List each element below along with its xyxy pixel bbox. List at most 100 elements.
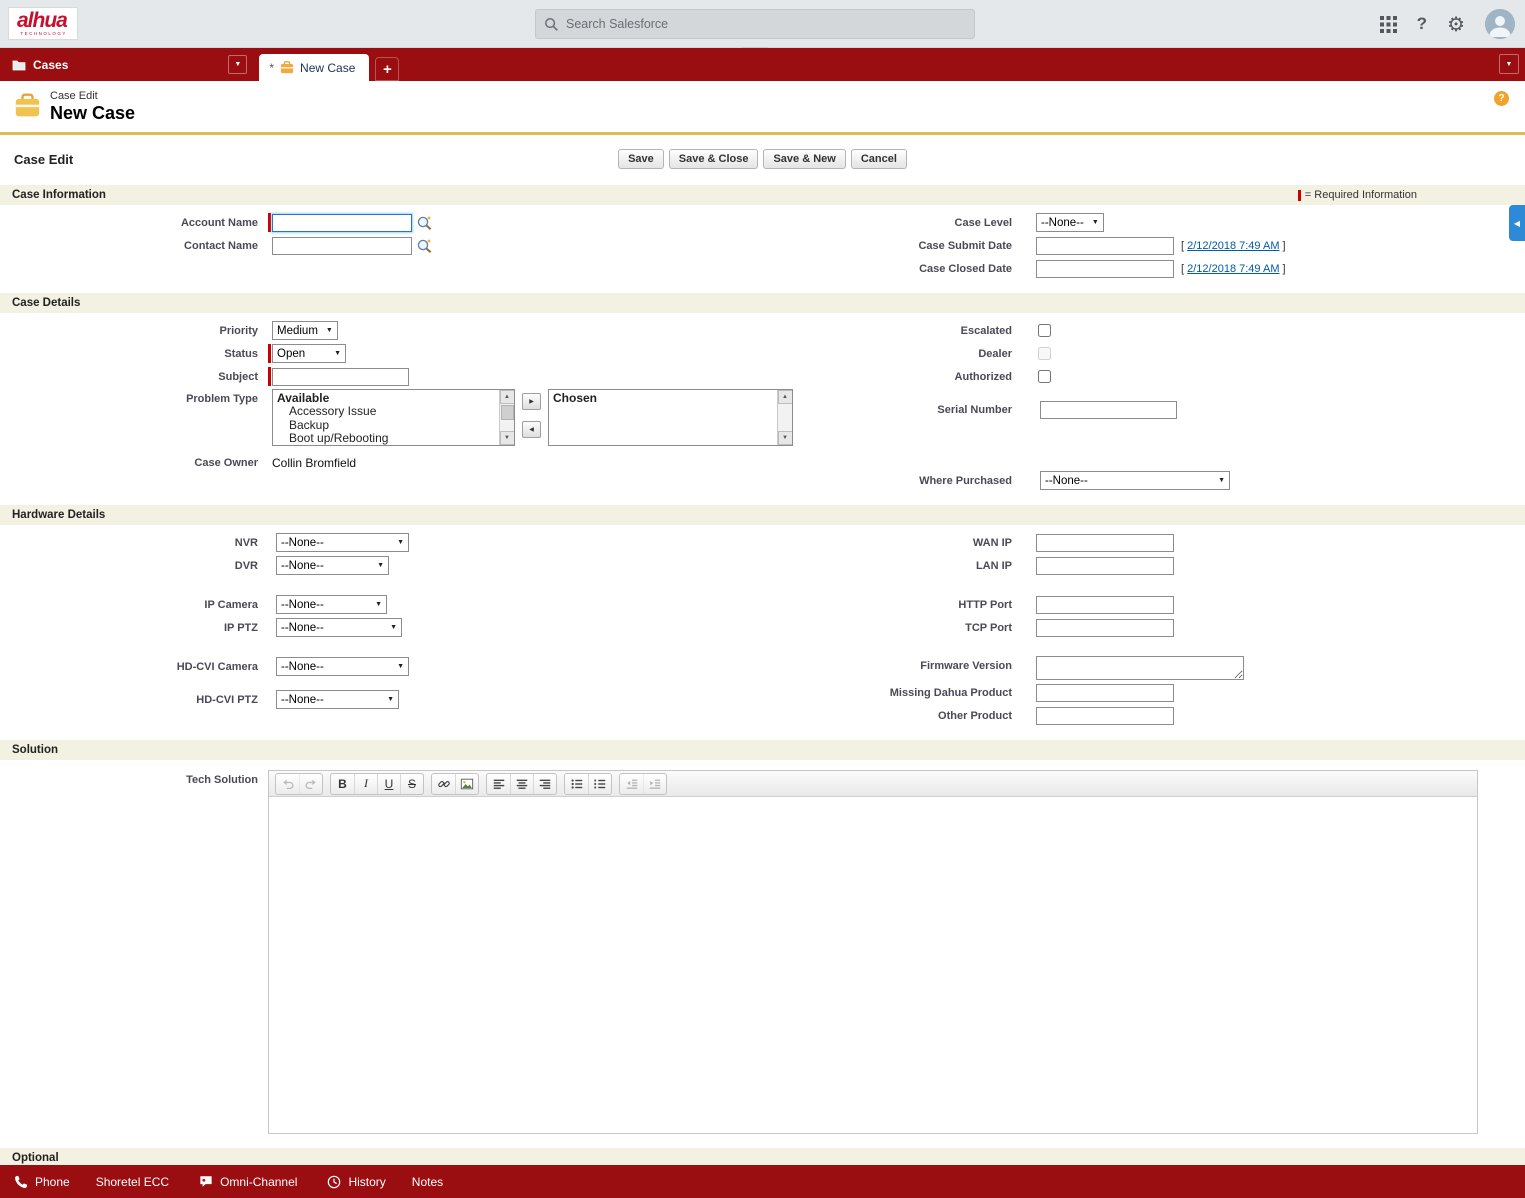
align-left-icon[interactable] [487, 774, 510, 794]
status-select[interactable]: Open ▼ [272, 344, 346, 363]
problem-type-chosen-list[interactable]: Chosen ▲ ▼ [548, 389, 793, 446]
form-row: Case Closed Date [ 2/12/2018 7:49 AM ] [762, 258, 1524, 279]
move-left-button[interactable]: ◀ [522, 421, 541, 438]
case-details-form: Priority Medium ▼ Status Open ▼ [0, 313, 1525, 495]
other-product-input[interactable] [1036, 707, 1174, 725]
missing-dahua-product-input[interactable] [1036, 684, 1174, 702]
scroll-up-icon[interactable]: ▲ [500, 390, 515, 404]
hdcvi-camera-select[interactable]: --None-- ▼ [276, 657, 409, 676]
indent-icon[interactable] [643, 774, 666, 794]
case-icon [280, 61, 294, 74]
subject-input[interactable] [272, 368, 409, 386]
align-right-icon[interactable] [533, 774, 556, 794]
redo-icon[interactable] [299, 774, 322, 794]
form-row: DVR --None-- ▼ [0, 555, 762, 576]
bold-icon[interactable]: B [331, 774, 354, 794]
underline-icon[interactable]: U [377, 774, 400, 794]
dealer-checkbox [1038, 347, 1051, 360]
history-clock-icon [327, 1175, 341, 1189]
subject-label: Subject [0, 371, 268, 383]
save-and-close-button[interactable]: Save & Close [669, 149, 759, 169]
footer-shoretel-ecc[interactable]: Shoretel ECC [96, 1175, 169, 1189]
page-help-icon[interactable]: ? [1494, 91, 1509, 106]
search-input[interactable] [566, 17, 966, 31]
numbered-list-icon[interactable] [588, 774, 611, 794]
sidebar-expand-button[interactable]: ◀ [1509, 205, 1525, 241]
tech-solution-textarea[interactable] [269, 797, 1477, 1133]
italic-icon[interactable]: I [354, 774, 377, 794]
case-submit-date-now-link[interactable]: 2/12/2018 7:49 AM [1187, 240, 1279, 252]
lan-ip-input[interactable] [1036, 557, 1174, 575]
footer-phone[interactable]: Phone [14, 1175, 70, 1189]
settings-gear-icon[interactable]: ⚙ [1447, 12, 1465, 37]
bulleted-list-icon[interactable] [565, 774, 588, 794]
case-closed-date-input[interactable] [1036, 260, 1174, 278]
footer-notes[interactable]: Notes [412, 1175, 443, 1189]
tcp-port-input[interactable] [1036, 619, 1174, 637]
ip-camera-select[interactable]: --None-- ▼ [276, 595, 387, 614]
contact-name-input[interactable] [272, 237, 412, 255]
dvr-select[interactable]: --None-- ▼ [276, 556, 389, 575]
link-icon[interactable] [432, 774, 455, 794]
list-item[interactable]: Accessory Issue [273, 405, 514, 419]
outdent-icon[interactable] [620, 774, 643, 794]
form-row: Dealer [762, 343, 1524, 364]
dvr-label: DVR [0, 560, 268, 572]
case-level-select[interactable]: --None-- ▼ [1036, 213, 1104, 232]
align-center-icon[interactable] [510, 774, 533, 794]
serial-number-input[interactable] [1040, 401, 1177, 419]
escalated-checkbox[interactable] [1038, 324, 1051, 337]
dahua-logo[interactable]: alhua TECHNOLOGY [8, 7, 78, 41]
scrollbar[interactable]: ▲ ▼ [777, 390, 792, 445]
avatar[interactable] [1485, 9, 1515, 39]
cases-tab-menu-button[interactable]: ▼ [228, 55, 247, 74]
scroll-thumb[interactable] [501, 405, 514, 420]
insert-image-icon[interactable] [455, 774, 478, 794]
nvr-select[interactable]: --None-- ▼ [276, 533, 409, 552]
help-icon[interactable]: ? [1417, 14, 1427, 34]
move-right-button[interactable]: ▶ [522, 393, 541, 410]
list-item[interactable]: Boot up/Rebooting [273, 432, 514, 446]
global-search[interactable] [535, 9, 975, 39]
case-submit-date-input[interactable] [1036, 237, 1174, 255]
account-name-input[interactable] [272, 214, 412, 232]
case-owner-value: Collin Bromfield [272, 456, 356, 470]
footer-omni-channel[interactable]: Omni-Channel [199, 1175, 297, 1189]
list-item[interactable]: Backup [273, 419, 514, 433]
contact-name-lookup-icon[interactable] [416, 238, 433, 254]
where-purchased-select[interactable]: --None-- ▼ [1040, 471, 1230, 490]
serial-number-label: Serial Number [762, 404, 1022, 416]
footer-shoretel-label: Shoretel ECC [96, 1175, 169, 1189]
tab-new-case[interactable]: * New Case [259, 54, 369, 81]
tab-cases[interactable]: Cases [0, 48, 78, 81]
cancel-button[interactable]: Cancel [851, 149, 907, 169]
where-purchased-value: --None-- [1045, 475, 1088, 487]
hdcvi-ptz-select[interactable]: --None-- ▼ [276, 690, 399, 709]
undo-icon[interactable] [276, 774, 299, 794]
add-tab-button[interactable]: + [375, 57, 399, 81]
wan-ip-input[interactable] [1036, 534, 1174, 552]
section-solution: Solution [0, 740, 1525, 760]
priority-select[interactable]: Medium ▼ [272, 321, 338, 340]
save-button[interactable]: Save [618, 149, 664, 169]
tab-overflow-button[interactable]: ▼ [1499, 54, 1519, 74]
scroll-down-icon[interactable]: ▼ [500, 431, 515, 445]
problem-type-available-list[interactable]: Available Accessory IssueBackupBoot up/R… [272, 389, 515, 446]
app-launcher-icon[interactable] [1380, 16, 1397, 33]
cases-folder-icon [12, 59, 26, 71]
http-port-input[interactable] [1036, 596, 1174, 614]
save-and-new-button[interactable]: Save & New [763, 149, 845, 169]
form-row: Status Open ▼ [0, 343, 762, 364]
footer-history[interactable]: History [327, 1175, 385, 1189]
account-name-lookup-icon[interactable] [416, 215, 433, 231]
form-row: Priority Medium ▼ [0, 320, 762, 341]
strikethrough-icon[interactable]: S [400, 774, 423, 794]
case-submit-date-label: Case Submit Date [762, 240, 1022, 252]
case-closed-date-now-link[interactable]: 2/12/2018 7:49 AM [1187, 263, 1279, 275]
ip-ptz-select[interactable]: --None-- ▼ [276, 618, 402, 637]
scroll-up-icon[interactable]: ▲ [778, 390, 793, 404]
firmware-version-textarea[interactable] [1036, 656, 1244, 680]
scroll-down-icon[interactable]: ▼ [778, 431, 793, 445]
authorized-checkbox[interactable] [1038, 370, 1051, 383]
scrollbar[interactable]: ▲ ▼ [499, 390, 514, 445]
